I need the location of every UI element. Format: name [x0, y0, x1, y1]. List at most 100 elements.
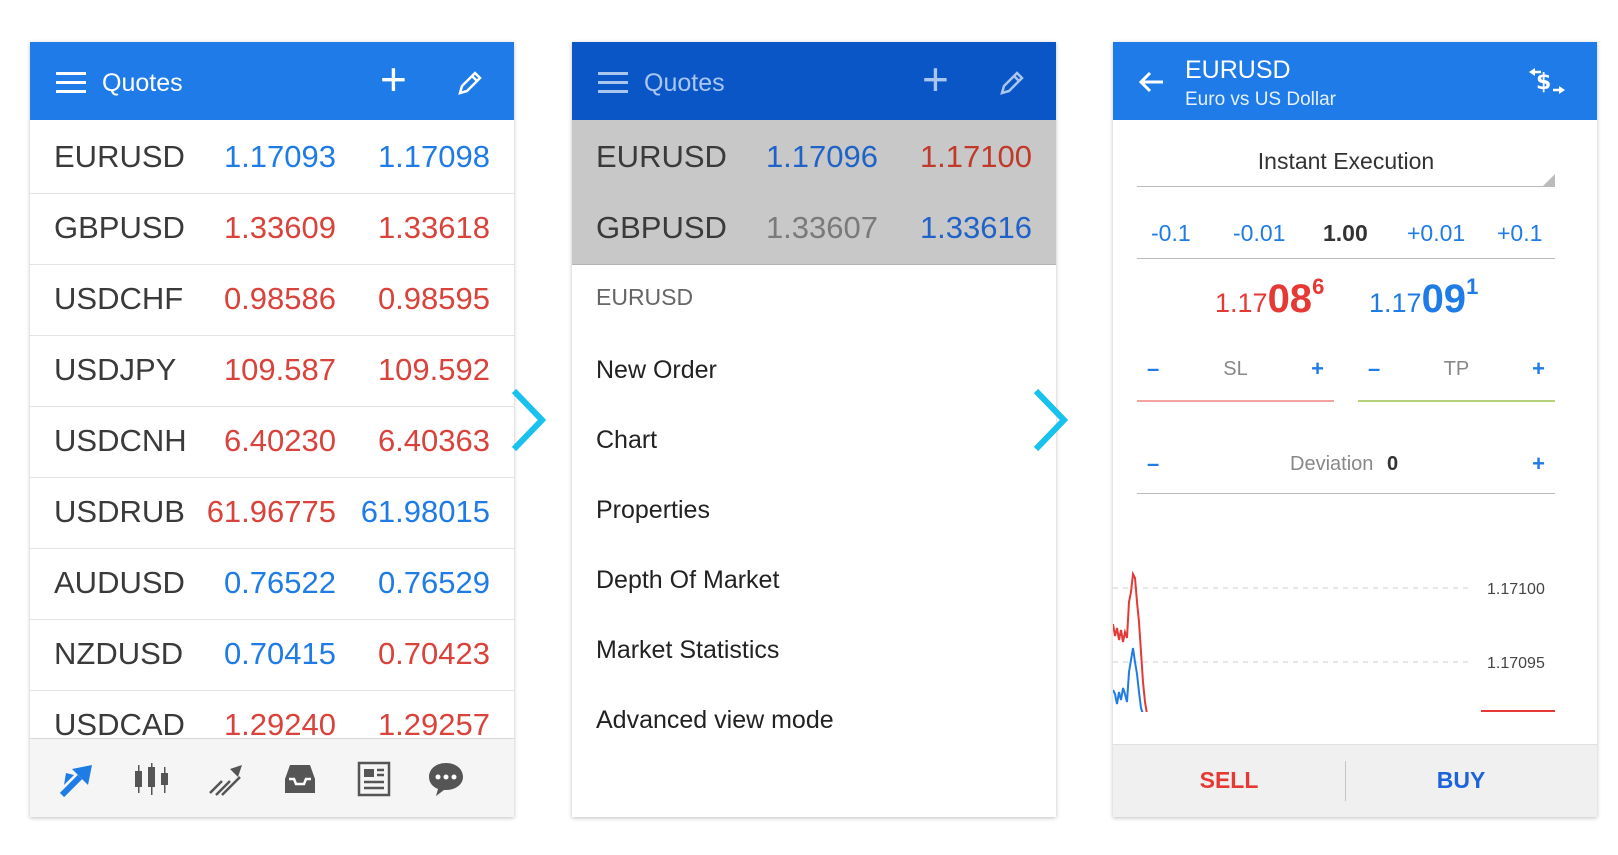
- bid-price: 0.70415: [223, 636, 336, 671]
- order-screen: EURUSD Euro vs US Dollar $ Instant Execu…: [1113, 42, 1597, 817]
- quote-row-audusd[interactable]: AUDUSD 0.76522 0.76529: [30, 546, 514, 620]
- quotes-header-dimmed: Quotes +: [572, 42, 1056, 120]
- sell-price-pips: 08: [1267, 277, 1313, 321]
- menu-icon: [598, 72, 628, 94]
- volume-minus-0-1-button[interactable]: -0.1: [1151, 220, 1191, 247]
- ask-price: 1.17098: [377, 139, 490, 174]
- symbol: EURUSD: [596, 139, 727, 174]
- chart-icon[interactable]: [132, 759, 172, 799]
- bid-price: 61.96775: [206, 494, 336, 529]
- tp-plus-button[interactable]: +: [1532, 356, 1545, 382]
- ask-price: 109.592: [377, 352, 490, 387]
- symbol: NZDUSD: [54, 636, 184, 671]
- deviation-minus-button[interactable]: –: [1147, 451, 1159, 477]
- menu-icon[interactable]: [56, 72, 86, 94]
- ask-price: 61.98015: [360, 494, 490, 529]
- menu-item-chart[interactable]: Chart: [596, 426, 657, 455]
- menu-item-advanced-view[interactable]: Advanced view mode: [596, 706, 834, 735]
- ask-price: 0.70423: [377, 636, 490, 671]
- ask-price: 1.33618: [377, 210, 490, 245]
- symbol: USDRUB: [54, 494, 185, 529]
- menu-item-depth-of-market[interactable]: Depth Of Market: [596, 566, 779, 595]
- volume-value[interactable]: 1.00: [1323, 220, 1368, 247]
- quote-row-usdjpy[interactable]: USDJPY 109.587 109.592: [30, 333, 514, 407]
- back-arrow-icon[interactable]: [1137, 70, 1165, 94]
- history-icon[interactable]: [280, 759, 320, 799]
- sell-button[interactable]: SELL: [1113, 767, 1345, 794]
- bid-price: 109.587: [223, 352, 336, 387]
- ask-price: 1.33616: [919, 210, 1032, 245]
- ask-price: 0.76529: [377, 565, 490, 600]
- quote-row-dimmed: GBPUSD 1.33607 1.33616: [572, 191, 1056, 265]
- order-footer: SELL BUY: [1113, 744, 1597, 817]
- trade-icon[interactable]: [206, 759, 246, 799]
- deviation-field: – Deviation 0 +: [1137, 447, 1555, 494]
- sell-price: 1.17086: [1215, 274, 1324, 322]
- symbol: USDCNH: [54, 423, 187, 458]
- menu-item-market-statistics[interactable]: Market Statistics: [596, 636, 779, 665]
- deviation-plus-button[interactable]: +: [1532, 451, 1545, 477]
- ask-price: 0.98595: [377, 281, 490, 316]
- quotes-icon[interactable]: [58, 759, 98, 799]
- news-icon[interactable]: [354, 759, 394, 799]
- symbol: AUDUSD: [54, 565, 185, 600]
- menu-item-new-order[interactable]: New Order: [596, 356, 717, 385]
- sell-price-fraction: 6: [1312, 274, 1325, 299]
- execution-type-select[interactable]: Instant Execution: [1137, 140, 1555, 187]
- menu-item-properties[interactable]: Properties: [596, 496, 710, 525]
- deviation-label: Deviation: [1290, 453, 1374, 475]
- bid-tick-line: [1113, 647, 1144, 712]
- quote-row-eurusd[interactable]: EURUSD 1.17093 1.17098: [30, 120, 514, 194]
- bid-price: 1.17093: [223, 139, 336, 174]
- volume-minus-0-01-button[interactable]: -0.01: [1233, 220, 1285, 247]
- tp-label: TP: [1443, 358, 1470, 380]
- ask-price: 1.17100: [919, 139, 1032, 174]
- dropdown-corner-icon: [1543, 174, 1555, 186]
- ask-price: 6.40363: [377, 423, 490, 458]
- quote-row-usdchf[interactable]: USDCHF 0.98586 0.98595: [30, 262, 514, 336]
- add-symbol-icon[interactable]: +: [380, 56, 407, 102]
- quotes-title: Quotes: [102, 69, 183, 97]
- buy-price: 1.17091: [1369, 274, 1478, 322]
- bid-price: 0.76522: [223, 565, 336, 600]
- symbol: GBPUSD: [54, 210, 185, 245]
- symbol: GBPUSD: [596, 210, 727, 245]
- edit-icon[interactable]: [455, 68, 485, 98]
- order-symbol-description: Euro vs US Dollar: [1185, 89, 1336, 110]
- quote-row-usdcnh[interactable]: USDCNH 6.40230 6.40363: [30, 404, 514, 478]
- currency-exchange-icon[interactable]: $: [1527, 64, 1567, 98]
- bid-price: 1.33609: [223, 210, 336, 245]
- symbol: USDJPY: [54, 352, 177, 387]
- level-label-2: 1.17095: [1487, 655, 1545, 672]
- ask-tick-line: [1113, 570, 1148, 712]
- symbol: EURUSD: [54, 139, 185, 174]
- level-label-1: 1.17100: [1487, 581, 1545, 598]
- deviation-value[interactable]: 0: [1387, 453, 1398, 476]
- svg-text:$: $: [1536, 70, 1551, 95]
- quote-row-usdrub[interactable]: USDRUB 61.96775 61.98015: [30, 475, 514, 549]
- add-symbol-icon: +: [922, 53, 949, 105]
- bottom-toolbar: [30, 738, 514, 817]
- quote-row-nzdusd[interactable]: NZDUSD 0.70415 0.70423: [30, 617, 514, 691]
- chat-icon[interactable]: [426, 759, 466, 799]
- sl-plus-button[interactable]: +: [1311, 356, 1324, 382]
- menu-header: EURUSD: [596, 284, 694, 310]
- quotes-title: Quotes: [644, 69, 725, 97]
- quote-row-gbpusd[interactable]: GBPUSD 1.33609 1.33618: [30, 191, 514, 265]
- symbol: USDCHF: [54, 281, 184, 316]
- volume-stepper: -0.1 -0.01 1.00 +0.01 +0.1: [1137, 216, 1555, 259]
- volume-plus-0-01-button[interactable]: +0.01: [1407, 220, 1465, 247]
- order-symbol: EURUSD: [1185, 56, 1291, 84]
- buy-price-pips: 09: [1421, 277, 1467, 321]
- bid-price: 1.17096: [765, 139, 878, 174]
- buy-button[interactable]: BUY: [1345, 767, 1577, 794]
- take-profit-field[interactable]: – TP +: [1358, 352, 1555, 402]
- quote-row-selected[interactable]: EURUSD 1.17096 1.17100: [572, 120, 1056, 194]
- edit-icon: [1000, 71, 1024, 95]
- chevron-right-icon: [511, 388, 547, 452]
- stop-loss-field[interactable]: – SL +: [1137, 352, 1334, 402]
- volume-plus-0-1-button[interactable]: +0.1: [1497, 220, 1542, 247]
- chevron-right-icon: [1033, 388, 1069, 452]
- execution-type-value: Instant Execution: [1257, 148, 1435, 174]
- tick-chart: 1.17100 1.17095: [1113, 570, 1555, 712]
